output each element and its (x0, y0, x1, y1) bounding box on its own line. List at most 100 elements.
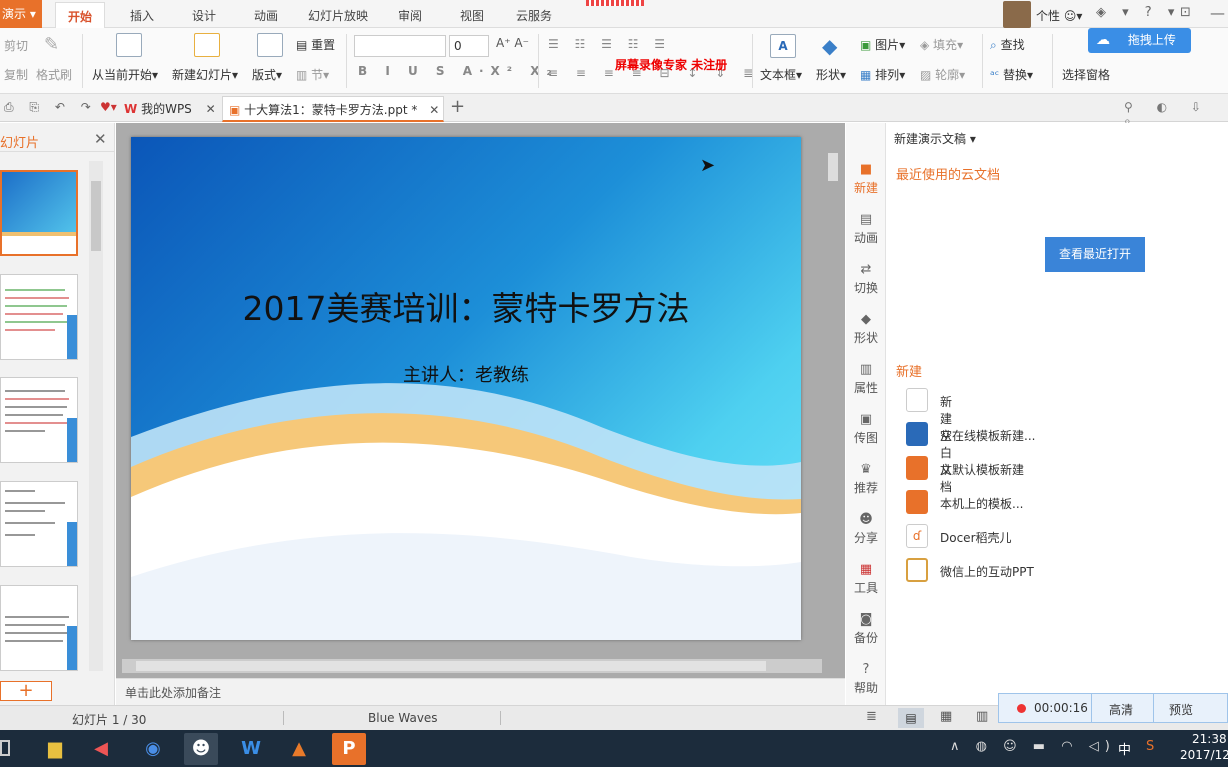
play-from-current-button[interactable]: 从当前开始▾ (92, 66, 158, 83)
topright-icons[interactable]: ◈ ▾ ? ▾ (1096, 5, 1180, 20)
fill-button[interactable]: ◈ 填充▾ (920, 36, 963, 53)
new-tab-icon[interactable]: + (450, 96, 465, 117)
menu-cloud[interactable]: 云服务 (516, 0, 552, 28)
ime-indicator[interactable]: 中 (1118, 739, 1131, 758)
notes-area[interactable]: 单击此处添加备注 (116, 678, 845, 705)
cut-button[interactable]: 剪切 (4, 37, 28, 54)
minimize-icon[interactable]: — (1210, 4, 1225, 22)
font-grow-shrink-buttons[interactable]: A⁺ A⁻ (496, 36, 529, 50)
media-icon[interactable]: ◀ (84, 733, 118, 765)
font-size-input[interactable]: 0 (449, 35, 489, 57)
explorer-icon[interactable]: ▆ (38, 733, 72, 765)
pane-header[interactable]: 新建演示文稿 ▾ (894, 130, 976, 147)
recorder-app-icon[interactable]: ☻ (184, 733, 218, 765)
format-painter-icon: ✎ (44, 34, 60, 55)
layout-button[interactable]: 版式▾ (252, 66, 282, 83)
rail-tools[interactable]: ▦ 工具 (846, 563, 886, 596)
horizontal-scrollbar[interactable] (122, 659, 822, 673)
close-icon[interactable]: ✕ (429, 103, 439, 117)
rail-upload-picture[interactable]: ▣ 传图 (846, 413, 886, 446)
section-button[interactable]: ▥ 节▾ (296, 66, 329, 83)
rail-backup[interactable]: ◙ 备份 (846, 613, 886, 646)
scrollbar-thumb[interactable] (91, 181, 101, 251)
pin-icon[interactable]: ♥▾ (100, 100, 117, 114)
menu-review[interactable]: 审阅 (398, 0, 422, 28)
view-recent-button[interactable]: 查看最近打开 (1045, 237, 1145, 272)
tab-document[interactable]: ▣ 十大算法1：蒙特卡罗方法.ppt * ✕ (222, 96, 444, 122)
tab-my-wps[interactable]: W 我的WPS ✕ (118, 96, 220, 122)
slide-canvas[interactable]: 2017美赛培训：蒙特卡罗方法 主讲人：老教练 (131, 137, 801, 640)
upload-button[interactable]: ☁ 拖拽上传 (1088, 28, 1191, 53)
matlab-icon[interactable]: ▲ (282, 733, 316, 765)
wps-writer-icon[interactable]: W (234, 733, 268, 765)
rail-shape-label: 形状 (853, 331, 878, 345)
textbox-button[interactable]: 文本框▾ (760, 66, 802, 83)
avatar[interactable] (1003, 1, 1031, 28)
slides-panel-title: 幻灯片 (0, 136, 40, 151)
status-divider (500, 711, 501, 725)
slide-title[interactable]: 2017美赛培训：蒙特卡罗方法 (131, 282, 801, 330)
rail-new[interactable]: ■ 新建 (846, 163, 886, 196)
slides-scrollbar[interactable] (89, 161, 103, 671)
close-icon[interactable]: ✕ (206, 102, 216, 116)
preview-button[interactable]: 预览 (1169, 701, 1193, 718)
menu-design[interactable]: 设计 (192, 0, 216, 28)
sorter-view-icon[interactable]: ▦ (940, 709, 952, 724)
rail-properties[interactable]: ▥ 属性 (846, 363, 886, 396)
menu-insert[interactable]: 插入 (130, 0, 154, 28)
shape-button[interactable]: 形状▾ (816, 66, 846, 83)
clock-time: 21:38 (1192, 732, 1227, 746)
start-icon[interactable] (0, 740, 10, 756)
slide-thumbnail-4[interactable] (0, 481, 78, 567)
rail-animation[interactable]: ▤ 动画 (846, 213, 886, 246)
menu-animation[interactable]: 动画 (254, 0, 278, 28)
browser-icon[interactable]: ◉ (136, 733, 170, 765)
arrange-button[interactable]: ▦ 排列▾ (860, 66, 905, 83)
replace-button[interactable]: ᵃᶜ 替换▾ (990, 66, 1033, 83)
reset-button[interactable]: ▤ 重置 (296, 36, 335, 53)
rail-recommend[interactable]: ♛ 推荐 (846, 463, 886, 496)
app-menu-button[interactable]: 演示 ▾ (0, 0, 42, 28)
list-buttons[interactable]: ☰ ☷ ☰ ☷ ☰ (548, 37, 671, 51)
quick-access-icons[interactable]: ⎙ ⎘ ↶ ↷ (4, 100, 97, 115)
rail-transition[interactable]: ⇄ 切换 (846, 263, 886, 296)
menu-start[interactable]: 开始 (55, 2, 105, 29)
scrollbar-thumb[interactable] (136, 661, 766, 671)
quality-button[interactable]: 高清 (1109, 701, 1133, 718)
notes-toggle-icon[interactable]: ≣ (866, 709, 877, 724)
rail-help[interactable]: ? 帮助 (846, 663, 886, 696)
format-painter-button[interactable]: 格式刷 (36, 66, 72, 83)
font-style-buttons[interactable]: B I U S A·X² X₂ (358, 64, 559, 78)
reset-label: 重置 (311, 38, 336, 52)
slide-subtitle[interactable]: 主讲人：老教练 (131, 361, 801, 387)
font-name-input[interactable] (354, 35, 446, 57)
menu-view[interactable]: 视图 (460, 0, 484, 28)
scrollbar-thumb[interactable] (828, 153, 838, 181)
wechat-ppt-label: 微信上的互动PPT (940, 565, 1034, 579)
copy-button[interactable]: 复制 (4, 66, 28, 83)
system-tray-icons[interactable]: ∧ ◍ ☺ ▬ ◠ ◁) (950, 739, 1116, 754)
slide-thumbnail-3[interactable] (0, 377, 78, 463)
reading-view-icon[interactable]: ▥ (976, 709, 988, 724)
wps-presentation-icon[interactable]: P (332, 733, 366, 765)
rail-share[interactable]: ☻ 分享 (846, 513, 886, 546)
close-icon[interactable]: ✕ (94, 130, 107, 148)
restore-icon[interactable]: ⊡ (1180, 5, 1191, 20)
rail-shape[interactable]: ◆ 形状 (846, 313, 886, 346)
menu-slideshow[interactable]: 幻灯片放映 (308, 0, 368, 28)
new-slide-button[interactable]: 新建幻灯片▾ (172, 66, 238, 83)
cloud-icon: ☁ (1096, 32, 1110, 48)
slide-thumbnail-5[interactable] (0, 585, 78, 671)
vertical-scrollbar[interactable] (826, 127, 840, 627)
find-button[interactable]: ⌕ 查找 (990, 36, 1025, 53)
ppt-file-icon: ▣ (229, 103, 241, 117)
selection-pane-button[interactable]: 选择窗格 (1062, 66, 1110, 83)
personal-label[interactable]: 个性 ☺▾ (1036, 7, 1082, 24)
slide-thumbnail-2[interactable] (0, 274, 78, 360)
picture-button[interactable]: ▣ 图片▾ (860, 36, 905, 53)
wps-tray-icon[interactable]: S (1146, 739, 1154, 754)
slide-thumbnail-1[interactable] (0, 170, 78, 256)
add-slide-button[interactable]: + (0, 681, 52, 701)
normal-view-icon[interactable]: ▤ (898, 708, 924, 728)
outline-button[interactable]: ▨ 轮廓▾ (920, 66, 965, 83)
